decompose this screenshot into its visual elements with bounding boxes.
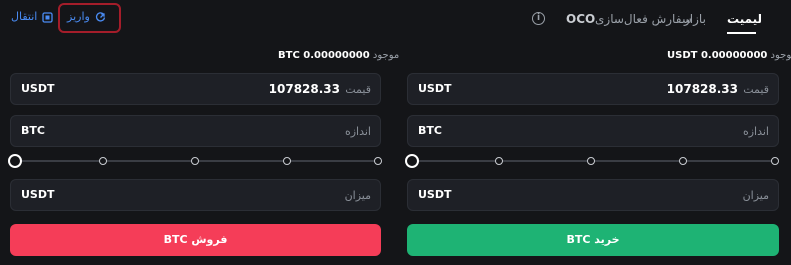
- sell-price-field[interactable]: USDT 107828.33 قیمت: [10, 73, 381, 105]
- buy-total-placeholder: میزان: [742, 189, 769, 202]
- sell-total-placeholder: میزان: [344, 189, 371, 202]
- sell-percent-slider[interactable]: [8, 154, 384, 168]
- sell-total-field[interactable]: USDT میزان: [10, 179, 381, 211]
- sell-total-unit: USDT: [21, 188, 55, 201]
- buy-slider-step-100[interactable]: [771, 157, 779, 165]
- active-tab-indicator: [727, 32, 756, 34]
- buy-price-unit: USDT: [418, 82, 452, 95]
- sell-available-label: موجود: [372, 50, 400, 61]
- sell-slider-step-25[interactable]: [99, 157, 107, 165]
- sell-price-value[interactable]: 107828.33: [269, 82, 340, 96]
- buy-slider-handle[interactable]: [405, 154, 419, 168]
- buy-amount-unit: BTC: [418, 124, 442, 137]
- sell-slider-handle[interactable]: [8, 154, 22, 168]
- buy-total-field[interactable]: USDT میزان: [407, 179, 779, 211]
- buy-available-value: 0.00000000 USDT: [667, 50, 768, 61]
- buy-available: موجود 0.00000000 USDT: [667, 50, 791, 62]
- sell-available-value: 0.00000000 BTC: [278, 50, 370, 61]
- buy-price-field[interactable]: USDT 107828.33 قیمت: [407, 73, 779, 105]
- buy-slider-step-50[interactable]: [587, 157, 595, 165]
- buy-amount-field[interactable]: BTC اندازه: [407, 115, 779, 147]
- sell-slider-step-50[interactable]: [191, 157, 199, 165]
- buy-slider-step-75[interactable]: [679, 157, 687, 165]
- sell-price-label: قیمت: [345, 83, 371, 96]
- buy-price-label: قیمت: [743, 83, 769, 96]
- deposit-link[interactable]: واریز: [67, 10, 106, 24]
- sell-amount-unit: BTC: [21, 124, 45, 137]
- buy-percent-slider[interactable]: [405, 154, 781, 168]
- sell-slider-step-100[interactable]: [374, 157, 382, 165]
- sell-btc-button[interactable]: فروش BTC: [10, 224, 381, 256]
- buy-slider-step-25[interactable]: [495, 157, 503, 165]
- deposit-icon: [95, 11, 105, 21]
- info-icon[interactable]: i: [532, 12, 545, 25]
- sell-amount-field[interactable]: BTC اندازه: [10, 115, 381, 147]
- tab-oco[interactable]: OCO: [566, 11, 595, 27]
- buy-available-label: موجود: [770, 50, 791, 61]
- transfer-icon: [42, 11, 54, 23]
- tab-stop-order[interactable]: سفارش فعال‌سازی: [595, 11, 692, 27]
- buy-amount-placeholder: اندازه: [742, 125, 769, 138]
- sell-slider-step-75[interactable]: [283, 157, 291, 165]
- sell-amount-placeholder: اندازه: [344, 125, 371, 138]
- transfer-link[interactable]: انتقال: [11, 10, 54, 24]
- tab-limit[interactable]: لیمیت: [727, 11, 762, 27]
- deposit-label: واریز: [67, 10, 90, 23]
- buy-btc-button[interactable]: خرید BTC: [407, 224, 779, 256]
- sell-price-unit: USDT: [21, 82, 55, 95]
- transfer-label: انتقال: [11, 10, 38, 23]
- sell-available: موجود 0.00000000 BTC: [278, 50, 399, 62]
- buy-total-unit: USDT: [418, 188, 452, 201]
- buy-price-value[interactable]: 107828.33: [667, 82, 738, 96]
